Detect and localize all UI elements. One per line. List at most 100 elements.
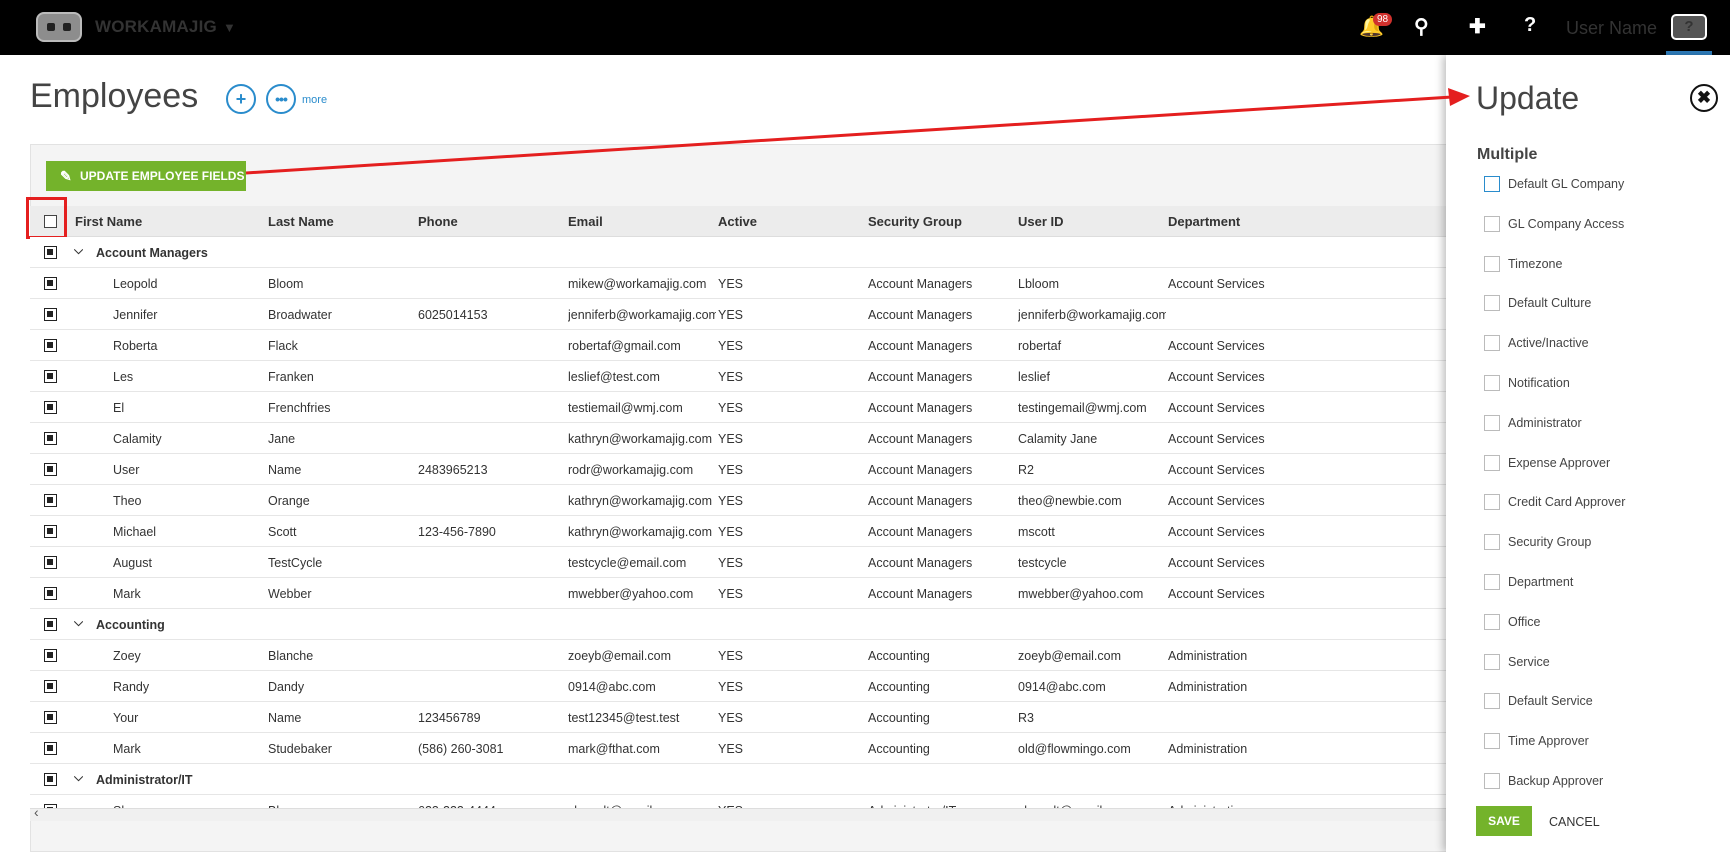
horizontal-scrollbar[interactable] xyxy=(30,808,1450,821)
row-checkbox[interactable] xyxy=(44,618,57,631)
option-label: Security Group xyxy=(1508,535,1592,550)
add-icon[interactable]: + xyxy=(226,84,256,114)
table-row[interactable]: Randy Dandy 0914@abc.com YES Accounting 0914@… xyxy=(30,671,1450,702)
annotation-highlight-box xyxy=(26,197,67,239)
save-button[interactable]: SAVE xyxy=(1476,806,1532,836)
table-row[interactable]: August TestCycle testcycle@email.com YES Acc… xyxy=(30,547,1450,578)
table-row[interactable]: Leopold Bloom mikew@workamajig.com YES Accou… xyxy=(30,268,1450,299)
cell-security-group: Accounting xyxy=(868,711,930,725)
table-row[interactable]: Roberta Flack robertaf@gmail.com YES Account… xyxy=(30,330,1450,361)
option-checkbox[interactable] xyxy=(1484,693,1500,710)
row-checkbox[interactable] xyxy=(44,742,57,755)
column-header-active[interactable]: Active xyxy=(718,214,757,229)
column-header-first-name[interactable]: First Name xyxy=(75,214,142,229)
chevron-down-icon[interactable]: ⌵ xyxy=(74,770,83,785)
row-checkbox[interactable] xyxy=(44,649,57,662)
close-icon[interactable]: ✖ xyxy=(1690,84,1718,112)
row-checkbox[interactable] xyxy=(44,463,57,476)
option-checkbox[interactable] xyxy=(1484,255,1500,272)
cell-last-name: TestCycle xyxy=(268,556,323,570)
table-row[interactable]: Mark Webber mwebber@yahoo.com YES Account Ma… xyxy=(30,578,1450,609)
option-checkbox[interactable] xyxy=(1484,454,1500,471)
cell-security-group: Account Managers xyxy=(868,432,973,446)
row-checkbox[interactable] xyxy=(44,432,57,445)
group-label: Accounting xyxy=(96,618,165,632)
cell-email: leslief@test.com xyxy=(568,370,660,384)
cell-department: Account Services xyxy=(1168,525,1265,539)
help-icon[interactable]: ? xyxy=(1524,14,1536,37)
option-checkbox[interactable] xyxy=(1484,534,1500,551)
column-header-email[interactable]: Email xyxy=(568,214,603,229)
help-box-icon[interactable]: ? xyxy=(1671,14,1707,40)
app-logo[interactable] xyxy=(36,12,82,42)
cancel-button[interactable]: CANCEL xyxy=(1549,815,1600,829)
user-menu[interactable]: User Name xyxy=(1566,18,1657,39)
chevron-down-icon: ▼ xyxy=(222,20,237,35)
column-header-last-name[interactable]: Last Name xyxy=(268,214,334,229)
column-header-department[interactable]: Department xyxy=(1168,214,1240,229)
column-header-phone[interactable]: Phone xyxy=(418,214,458,229)
table-row[interactable]: Calamity Jane kathryn@workamajig.com YES Acc… xyxy=(30,423,1450,454)
row-checkbox[interactable] xyxy=(44,556,57,569)
table-row[interactable]: Theo Orange kathryn@workamajig.com YES Accou… xyxy=(30,485,1450,516)
row-checkbox[interactable] xyxy=(44,773,57,786)
row-checkbox[interactable] xyxy=(44,339,57,352)
group-row[interactable]: ⌵ Account Managers xyxy=(30,237,1450,268)
column-header-security-group[interactable]: Security Group xyxy=(868,214,962,229)
row-checkbox[interactable] xyxy=(44,401,57,414)
app-switcher[interactable]: WORKAMAJIG ▼ xyxy=(95,17,236,37)
row-checkbox[interactable] xyxy=(44,308,57,321)
cell-user-id: Calamity Jane xyxy=(1018,432,1098,446)
row-checkbox[interactable] xyxy=(44,680,57,693)
row-checkbox[interactable] xyxy=(44,587,57,600)
plus-icon[interactable]: ✚ xyxy=(1469,14,1486,39)
cell-first-name: August xyxy=(113,556,152,570)
table-row[interactable]: Jennifer Broadwater 6025014153 jenniferb@wo… xyxy=(30,299,1450,330)
update-employee-fields-button[interactable]: ✎ UPDATE EMPLOYEE FIELDS xyxy=(46,161,246,191)
row-checkbox[interactable] xyxy=(44,277,57,290)
group-row[interactable]: ⌵ Administrator/IT xyxy=(30,764,1450,795)
option-checkbox[interactable] xyxy=(1484,215,1500,232)
table-row[interactable]: Zoey Blanche zoeyb@email.com YES Accounting z… xyxy=(30,640,1450,671)
table-row[interactable]: ShBl623-222-4444sbrandt@gmail.comYESAdmi… xyxy=(30,795,1450,808)
group-row[interactable]: ⌵ Accounting xyxy=(30,609,1450,640)
cell-last-name: Dandy xyxy=(268,680,305,694)
option-checkbox[interactable] xyxy=(1484,414,1500,431)
cell-last-name: Blanche xyxy=(268,649,314,663)
option-checkbox[interactable] xyxy=(1484,574,1500,590)
option-checkbox[interactable] xyxy=(1484,773,1500,789)
row-checkbox[interactable] xyxy=(44,494,57,507)
chevron-down-icon[interactable]: ⌵ xyxy=(74,243,83,258)
cell-first-name: Leopold xyxy=(113,277,158,291)
cell-first-name: User xyxy=(113,463,140,477)
chevron-down-icon[interactable]: ⌵ xyxy=(74,615,83,630)
scroll-left-icon[interactable]: ‹ xyxy=(34,804,39,820)
row-checkbox[interactable] xyxy=(44,711,57,724)
row-checkbox[interactable] xyxy=(44,525,57,538)
cell-user-id: R3 xyxy=(1018,711,1034,725)
option-checkbox[interactable] xyxy=(1484,613,1500,630)
cell-security-group: Account Managers xyxy=(868,463,973,477)
cell-user-id: testcycle xyxy=(1018,556,1067,570)
option-checkbox[interactable] xyxy=(1484,375,1500,391)
option-checkbox[interactable] xyxy=(1484,653,1500,670)
table-row[interactable]: Michael Scott 123-456-7890 kathryn@workamaj… xyxy=(30,516,1450,547)
table-row[interactable]: User Name 2483965213 rodr@workamajig.com YES… xyxy=(30,454,1450,485)
column-header-user-id[interactable]: User ID xyxy=(1018,214,1064,229)
grid-body: ⌵ Account Managers Leopold Bloom mikew@worka… xyxy=(30,237,1450,808)
more-options-icon[interactable]: ••• xyxy=(266,84,296,114)
search-icon[interactable]: ⚲ xyxy=(1414,14,1429,39)
option-checkbox[interactable] xyxy=(1484,494,1500,511)
option-checkbox[interactable] xyxy=(1484,176,1500,192)
table-row[interactable]: El Frenchfries testiemail@wmj.com YES Accoun… xyxy=(30,392,1450,423)
cell-security-group: Accounting xyxy=(868,742,930,756)
more-link[interactable]: more xyxy=(302,94,327,106)
row-checkbox[interactable] xyxy=(44,246,57,259)
table-row[interactable]: Mark Studebaker (586) 260-3081 mark@fthat.c… xyxy=(30,733,1450,764)
table-row[interactable]: Your Name 123456789 test12345@test.test YES A… xyxy=(30,702,1450,733)
option-checkbox[interactable] xyxy=(1484,335,1500,352)
table-row[interactable]: Les Franken leslief@test.com YES Account Man… xyxy=(30,361,1450,392)
option-checkbox[interactable] xyxy=(1484,295,1500,312)
option-checkbox[interactable] xyxy=(1484,733,1500,750)
row-checkbox[interactable] xyxy=(44,370,57,383)
